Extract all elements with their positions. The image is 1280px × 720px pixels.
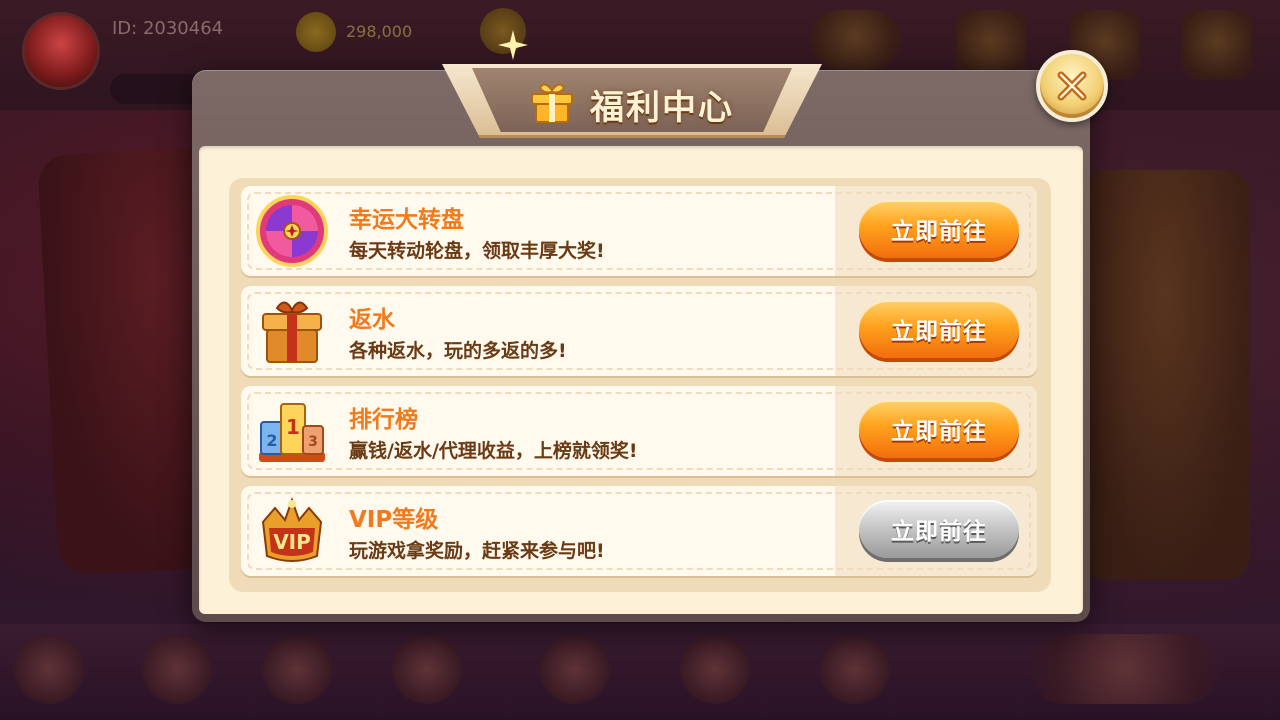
close-icon <box>1057 71 1087 101</box>
coin-icon <box>296 12 336 52</box>
svg-text:3: 3 <box>308 434 318 450</box>
go-now-button-disabled[interactable]: 立即前往 <box>859 500 1019 558</box>
bottom-menu-icon <box>392 634 462 704</box>
go-now-button[interactable]: 立即前往 <box>859 300 1019 358</box>
top-menu-icon <box>810 10 900 70</box>
item-description: 各种返水，玩的多返的多! <box>349 340 567 362</box>
svg-text:1: 1 <box>286 415 300 439</box>
dialog-content: 幸运大转盘 每天转动轮盘，领取丰厚大奖! 立即前往 返水 各种返水，玩的多返的多… <box>199 146 1083 614</box>
bottom-menu-icon <box>680 634 750 704</box>
welfare-center-dialog: 福利中心 幸运大转盘 每天转动轮盘，领取丰厚大奖! 立即前往 返水 各种返水，玩… <box>192 30 1108 622</box>
bottom-menu-icon <box>262 634 332 704</box>
sparkle-icon <box>498 30 528 60</box>
dialog-title: 福利中心 <box>590 88 734 128</box>
go-now-button[interactable]: 立即前往 <box>859 200 1019 258</box>
item-description: 每天转动轮盘，领取丰厚大奖! <box>349 240 605 262</box>
wheel-icon <box>256 195 328 267</box>
list-item-lucky-wheel: 幸运大转盘 每天转动轮盘，领取丰厚大奖! 立即前往 <box>241 186 1037 276</box>
bottom-menu-icon <box>14 634 84 704</box>
list-item-vip-level: VIP VIP等级 玩游戏拿奖励，赶紧来参与吧! 立即前往 <box>241 486 1037 576</box>
svg-text:2: 2 <box>266 431 277 450</box>
bottom-menu-icon <box>820 634 890 704</box>
close-button[interactable] <box>1036 50 1108 122</box>
player-avatar <box>22 12 100 90</box>
recharge-button-bg <box>1030 634 1220 704</box>
item-title: 排行榜 <box>349 407 418 433</box>
item-title: 返水 <box>349 307 395 333</box>
bottom-menu-icon <box>142 634 212 704</box>
item-title: 幸运大转盘 <box>349 207 464 233</box>
list-item-leaderboard: 2 1 3 排行榜 赢钱/返水/代理收益，上榜就领奖! 立即前往 <box>241 386 1037 476</box>
item-description: 玩游戏拿奖励，赶紧来参与吧! <box>349 540 605 562</box>
top-menu-icon <box>1182 10 1252 80</box>
list-item-rebate: 返水 各种返水，玩的多返的多! 立即前往 <box>241 286 1037 376</box>
bottom-menu-icon <box>540 634 610 704</box>
welfare-list: 幸运大转盘 每天转动轮盘，领取丰厚大奖! 立即前往 返水 各种返水，玩的多返的多… <box>229 178 1051 592</box>
gift-box-icon <box>262 301 322 363</box>
go-now-button[interactable]: 立即前往 <box>859 400 1019 458</box>
player-id-label: ID: 2030464 <box>112 18 224 39</box>
gift-title-icon <box>531 83 573 123</box>
vip-crown-icon: VIP <box>261 496 323 562</box>
ranking-podium-icon: 2 1 3 <box>259 403 325 462</box>
game-card <box>1080 170 1250 580</box>
item-title: VIP等级 <box>349 507 439 533</box>
svg-text:VIP: VIP <box>273 530 311 554</box>
item-description: 赢钱/返水/代理收益，上榜就领奖! <box>349 440 638 462</box>
coin-balance: 298,000 <box>346 22 413 41</box>
